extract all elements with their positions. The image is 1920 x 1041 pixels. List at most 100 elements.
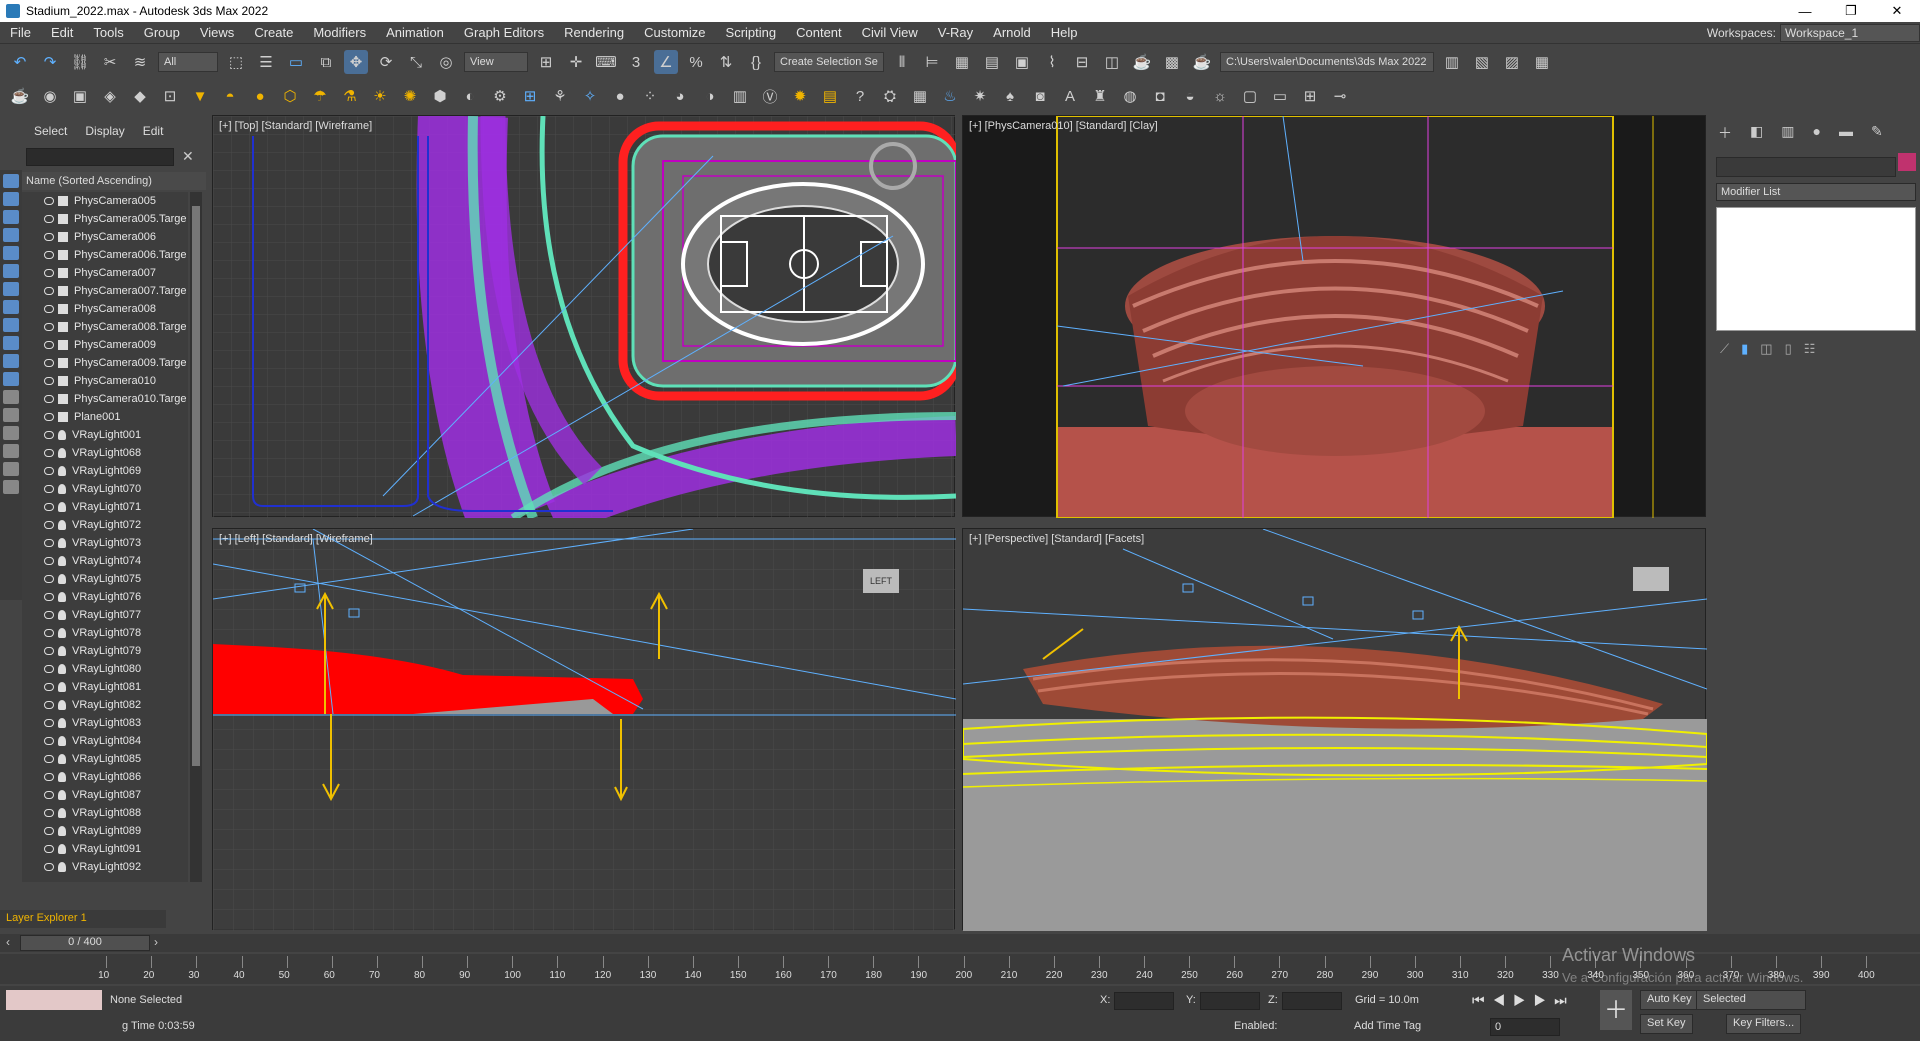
menu-graph-editors[interactable]: Graph Editors <box>454 25 554 40</box>
vfb-icon[interactable]: ▥ <box>728 84 752 108</box>
display-containers-icon[interactable] <box>3 336 19 350</box>
list-item[interactable]: VRayLight076 <box>22 588 188 606</box>
display-helpers-icon[interactable] <box>3 246 19 260</box>
arnold-sun-icon[interactable]: ✷ <box>968 84 992 108</box>
display-none-icon[interactable] <box>3 408 19 422</box>
visibility-eye-icon[interactable] <box>44 575 54 583</box>
visibility-eye-icon[interactable] <box>44 269 54 277</box>
list-item[interactable]: VRayLight079 <box>22 642 188 660</box>
modifier-list-dropdown[interactable]: Modifier List <box>1716 183 1916 201</box>
project-folder-icon[interactable]: ▥ <box>1440 50 1464 74</box>
display-spacewarps-icon[interactable] <box>3 264 19 278</box>
visibility-eye-icon[interactable] <box>44 485 54 493</box>
scene-explorer-icon[interactable]: ▦ <box>950 50 974 74</box>
list-item[interactable]: VRayLight071 <box>22 498 188 516</box>
visibility-eye-icon[interactable] <box>44 539 54 547</box>
display-bones-icon[interactable] <box>3 318 19 332</box>
display-tab-icon[interactable]: ▬ <box>1839 123 1853 143</box>
list-item[interactable]: VRayLight074 <box>22 552 188 570</box>
modifier-stack[interactable] <box>1716 207 1916 331</box>
viewport-perspective[interactable]: [+] [Perspective] [Standard] [Facets] <box>962 528 1708 931</box>
vray-ies-icon[interactable]: ☂ <box>308 84 332 108</box>
display-shapes-icon[interactable] <box>3 192 19 206</box>
move-icon[interactable]: ✥ <box>344 50 368 74</box>
list-item[interactable]: VRayLight075 <box>22 570 188 588</box>
visibility-eye-icon[interactable] <box>44 305 54 313</box>
menu-civil-view[interactable]: Civil View <box>852 25 928 40</box>
close-button[interactable]: ✕ <box>1874 0 1920 22</box>
spinner-snap-icon[interactable]: ⇅ <box>714 50 738 74</box>
layer-explorer-dropdown[interactable]: Layer Explorer 1 <box>0 910 166 928</box>
object-name-field[interactable] <box>1716 157 1896 177</box>
visibility-eye-icon[interactable] <box>44 701 54 709</box>
visibility-eye-icon[interactable] <box>44 647 54 655</box>
list-item[interactable]: PhysCamera008.Targe <box>22 318 188 336</box>
set-key-mode-icon[interactable]: ＋ <box>1600 990 1632 1030</box>
curve-editor-icon[interactable]: ⌇ <box>1040 50 1064 74</box>
menu-views[interactable]: Views <box>190 25 244 40</box>
vray-decal-icon[interactable]: ✧ <box>578 84 602 108</box>
place-icon[interactable]: ◎ <box>434 50 458 74</box>
filter-icon[interactable] <box>3 462 19 476</box>
auto-key-button[interactable]: Auto Key <box>1640 990 1699 1010</box>
vray-sun-icon[interactable]: ☀ <box>368 84 392 108</box>
proxy-icon[interactable]: ◆ <box>128 84 152 108</box>
vray-logo-icon[interactable]: Ⓥ <box>758 84 782 108</box>
rect-selection-icon[interactable]: ▭ <box>284 50 308 74</box>
list-item[interactable]: VRayLight001 <box>22 426 188 444</box>
arnold-volume-icon[interactable]: ♜ <box>1088 84 1112 108</box>
list-item[interactable]: VRayLight092 <box>22 858 188 876</box>
visibility-eye-icon[interactable] <box>44 233 54 241</box>
pivot-icon[interactable]: ⊞ <box>534 50 558 74</box>
list-item[interactable]: VRayLight068 <box>22 444 188 462</box>
menu-edit[interactable]: Edit <box>41 25 83 40</box>
list-item[interactable]: VRayLight091 <box>22 840 188 858</box>
vray-ambient-icon[interactable]: ⚗ <box>338 84 362 108</box>
project-settings-icon[interactable]: ▧ <box>1470 50 1494 74</box>
vray-light-dome-icon[interactable]: ◓ <box>218 84 242 108</box>
viewport-safe-frame-icon[interactable]: ▭ <box>1268 84 1292 108</box>
list-item[interactable]: PhysCamera009.Targe <box>22 354 188 372</box>
visibility-eye-icon[interactable] <box>44 251 54 259</box>
menu-modifiers[interactable]: Modifiers <box>303 25 376 40</box>
visibility-eye-icon[interactable] <box>44 791 54 799</box>
time-slider-thumb[interactable]: 0 / 400 <box>20 935 150 951</box>
visibility-eye-icon[interactable] <box>44 395 54 403</box>
arnold-light-icon[interactable]: ♨ <box>938 84 962 108</box>
viewport-top[interactable]: [+] [Top] [Standard] [Wireframe] <box>212 114 961 537</box>
maxscript-listener[interactable] <box>6 990 102 1010</box>
camera-prim-icon[interactable]: ⊡ <box>158 84 182 108</box>
list-item[interactable]: VRayLight070 <box>22 480 188 498</box>
scene-search-input[interactable] <box>26 148 174 166</box>
viewport-perspective-label[interactable]: [+] [Perspective] [Standard] [Facets] <box>969 533 1144 545</box>
visibility-eye-icon[interactable] <box>44 413 54 421</box>
layer-explorer-icon[interactable]: ▤ <box>980 50 1004 74</box>
help-icon[interactable]: ? <box>848 84 872 108</box>
vray-proxy-icon[interactable]: ⚙ <box>488 84 512 108</box>
visibility-eye-icon[interactable] <box>44 629 54 637</box>
vray-scatter-icon[interactable]: ⚘ <box>548 84 572 108</box>
list-item[interactable]: Plane001 <box>22 408 188 426</box>
vray-light-plane-icon[interactable]: ▼ <box>188 84 212 108</box>
mirror-icon[interactable]: ⫴ <box>890 50 914 74</box>
y-coord-field[interactable] <box>1200 992 1260 1010</box>
visibility-eye-icon[interactable] <box>44 341 54 349</box>
next-frame-arrow-icon[interactable]: › <box>154 935 158 949</box>
viewport-grid-icon[interactable]: ⊞ <box>1298 84 1322 108</box>
redo-icon[interactable]: ↷ <box>38 50 62 74</box>
visibility-eye-icon[interactable] <box>44 287 54 295</box>
link-icon[interactable]: ⛓ <box>68 50 92 74</box>
list-item[interactable]: VRayLight077 <box>22 606 188 624</box>
display-xrefs-icon[interactable] <box>3 300 19 314</box>
project-path-dropdown[interactable]: C:\Users\valer\Documents\3ds Max 2022 <box>1220 52 1434 72</box>
unlink-icon[interactable]: ✂ <box>98 50 122 74</box>
key-filters-button[interactable]: Key Filters... <box>1726 1014 1802 1034</box>
display-groups-icon[interactable] <box>3 282 19 296</box>
visibility-eye-icon[interactable] <box>44 503 54 511</box>
menu-tools[interactable]: Tools <box>83 25 133 40</box>
viewport-left-label[interactable]: [+] [Left] [Standard] [Wireframe] <box>219 533 373 545</box>
scroll-thumb[interactable] <box>192 206 200 766</box>
arnold-lightbulb-icon[interactable]: ☼ <box>1208 84 1232 108</box>
vray-light-sphere-icon[interactable]: ● <box>248 84 272 108</box>
edit-named-sets-icon[interactable]: {} <box>744 50 768 74</box>
